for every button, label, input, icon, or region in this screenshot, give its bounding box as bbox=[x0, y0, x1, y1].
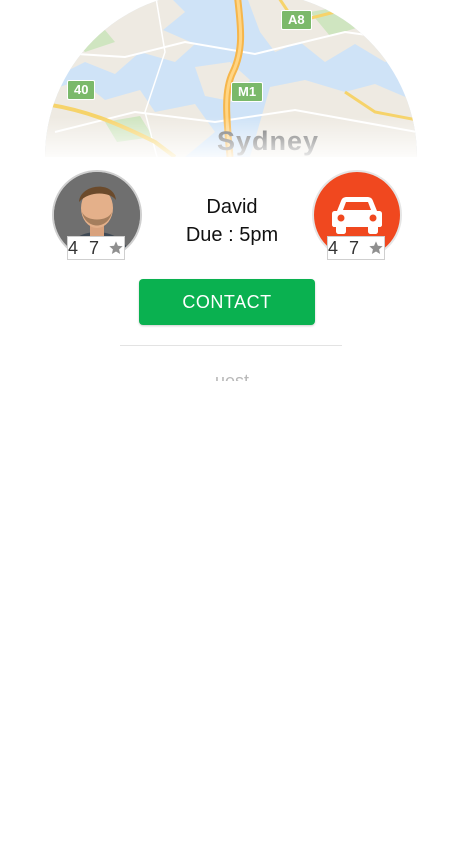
driver-name: David bbox=[206, 196, 258, 218]
star-icon bbox=[109, 241, 123, 254]
faded-request-text: uest bbox=[150, 367, 314, 381]
car-avatar[interactable]: 4 7 bbox=[312, 170, 402, 260]
driver-due-time: Due : 5pm bbox=[185, 224, 279, 246]
car-icon bbox=[332, 197, 382, 234]
driver-rating: 4 7 bbox=[67, 236, 125, 260]
faded-request-label: uest bbox=[214, 371, 250, 381]
driver-avatar[interactable]: 4 7 bbox=[52, 170, 142, 260]
road-badge-m1: M1 bbox=[231, 82, 264, 102]
ride-screen: A8 40 M1 Sydney 4 7 David Due: 5pm 4 7 … bbox=[0, 0, 464, 868]
road-badge-40: 40 bbox=[67, 80, 96, 100]
car-rating-value: 4 7 bbox=[328, 237, 363, 258]
car-rating: 4 7 bbox=[327, 236, 385, 260]
road-badge-a8: A8 bbox=[281, 10, 312, 30]
map-city-label: Sydney bbox=[217, 126, 320, 156]
star-icon bbox=[369, 241, 383, 254]
driver-rating-value: 4 7 bbox=[68, 237, 103, 258]
divider bbox=[120, 345, 342, 346]
driver-info: David Due : 5pm bbox=[150, 193, 314, 249]
contact-button[interactable]: CONTACT bbox=[139, 279, 315, 325]
map-view[interactable]: A8 40 M1 Sydney bbox=[45, 0, 417, 157]
